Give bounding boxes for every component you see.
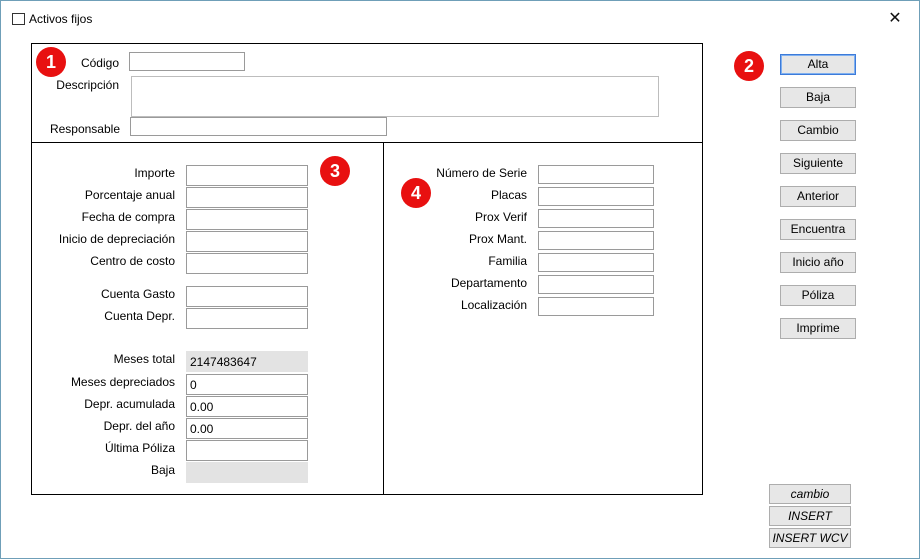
centro-costo-field[interactable]	[186, 253, 308, 274]
codigo-label: Código	[80, 56, 119, 70]
placas-field[interactable]	[538, 187, 654, 206]
porcentaje-anual-label: Porcentaje anual	[84, 188, 175, 202]
cambio-button[interactable]: Cambio	[780, 120, 856, 141]
cuenta-depr-field[interactable]	[186, 308, 308, 329]
anterior-button[interactable]: Anterior	[780, 186, 856, 207]
ultima-poliza-label: Última Póliza	[104, 441, 175, 455]
callout-badge-3: 3	[320, 156, 350, 186]
window-title: Activos fijos	[29, 12, 93, 26]
cuenta-gasto-field[interactable]	[186, 286, 308, 307]
header-panel: 1 Código Descripción Responsable	[31, 43, 703, 143]
siguiente-button[interactable]: Siguiente	[780, 153, 856, 174]
prox-verif-label: Prox Verif	[474, 210, 527, 224]
fecha-compra-field[interactable]	[186, 209, 308, 230]
fecha-compra-label: Fecha de compra	[81, 210, 175, 224]
window-icon	[12, 13, 25, 25]
app-window: Activos fijos ✕ 1 Código Descripción Res…	[0, 0, 920, 559]
insert-wcv-status-button[interactable]: INSERT WCV	[769, 528, 851, 548]
importe-field[interactable]	[186, 165, 308, 186]
close-icon: ✕	[888, 10, 902, 27]
inicio-anio-button[interactable]: Inicio año	[780, 252, 856, 273]
cuenta-gasto-label: Cuenta Gasto	[100, 287, 175, 301]
depr-anio-field[interactable]: 0.00	[186, 418, 308, 439]
depr-anio-label: Depr. del año	[103, 419, 175, 433]
cambio-status-button[interactable]: cambio	[769, 484, 851, 504]
meses-total-field: 2147483647	[186, 351, 308, 372]
codigo-field[interactable]	[129, 52, 245, 71]
responsable-field[interactable]	[130, 117, 387, 136]
poliza-button[interactable]: Póliza	[780, 285, 856, 306]
familia-field[interactable]	[538, 253, 654, 272]
title-bar: Activos fijos ✕	[1, 1, 919, 31]
meses-total-label: Meses total	[113, 352, 175, 366]
financial-panel: 3 Importe Porcentaje anual Fecha de comp…	[31, 142, 384, 495]
close-button[interactable]: ✕	[885, 10, 905, 28]
imprime-button[interactable]: Imprime	[780, 318, 856, 339]
departamento-label: Departamento	[450, 276, 527, 290]
descripcion-field[interactable]	[131, 76, 659, 117]
inicio-depreciacion-label: Inicio de depreciación	[58, 232, 175, 246]
placas-label: Placas	[490, 188, 527, 202]
baja-button[interactable]: Baja	[780, 87, 856, 108]
departamento-field[interactable]	[538, 275, 654, 294]
prox-mant-label: Prox Mant.	[468, 232, 527, 246]
numero-serie-label: Número de Serie	[436, 166, 527, 180]
baja-label: Baja	[150, 463, 175, 477]
alta-button[interactable]: Alta	[780, 54, 856, 75]
depr-acumulada-label: Depr. acumulada	[84, 397, 175, 411]
responsable-label: Responsable	[49, 122, 120, 136]
baja-field	[186, 462, 308, 483]
meses-depreciados-field[interactable]: 0	[186, 374, 308, 395]
familia-label: Familia	[488, 254, 527, 268]
prox-verif-field[interactable]	[538, 209, 654, 228]
numero-serie-field[interactable]	[538, 165, 654, 184]
callout-badge-2: 2	[734, 51, 764, 81]
cuenta-depr-label: Cuenta Depr.	[104, 309, 175, 323]
encuentra-button[interactable]: Encuentra	[780, 219, 856, 240]
ultima-poliza-field[interactable]	[186, 440, 308, 461]
asset-details-panel: 4 Número de Serie Placas Prox Verif Prox…	[383, 142, 703, 495]
localizacion-label: Localización	[460, 298, 527, 312]
centro-costo-label: Centro de costo	[90, 254, 175, 268]
depr-acumulada-field[interactable]: 0.00	[186, 396, 308, 417]
descripcion-label: Descripción	[56, 78, 119, 92]
localizacion-field[interactable]	[538, 297, 654, 316]
meses-depreciados-label: Meses depreciados	[70, 375, 175, 389]
inicio-depreciacion-field[interactable]	[186, 231, 308, 252]
importe-label: Importe	[134, 166, 175, 180]
prox-mant-field[interactable]	[538, 231, 654, 250]
porcentaje-anual-field[interactable]	[186, 187, 308, 208]
insert-status-button[interactable]: INSERT	[769, 506, 851, 526]
